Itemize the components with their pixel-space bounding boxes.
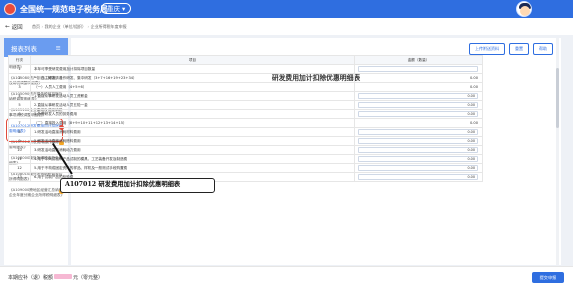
- row-amount-cell: 0.00: [354, 73, 483, 83]
- amount-input[interactable]: 0.00: [358, 93, 478, 99]
- tax-due-summary: 本期应补（退）税额 元（零元整）: [8, 274, 103, 281]
- table-header-row: 行次 项目 金额（数量）: [8, 55, 483, 65]
- amount-input[interactable]: 0.00: [358, 165, 478, 171]
- col-amount-header: 金额（数量）: [354, 55, 483, 65]
- row-amount-cell: 0.00: [354, 154, 483, 164]
- table-row: 4 1.直接从事研发活动人员工资薪金 0.00: [8, 91, 483, 101]
- amount-input[interactable]: 0.00: [358, 138, 478, 144]
- row-amount-cell: 0.00: [354, 118, 483, 128]
- row-number: 4: [8, 91, 31, 101]
- col-item-header: 项目: [30, 55, 355, 65]
- breadcrumb-item[interactable]: 我的企业（单位/组织）: [45, 24, 86, 29]
- row-amount-cell: [354, 64, 483, 74]
- row-amount-cell: 0.00: [354, 163, 483, 173]
- avatar[interactable]: [516, 1, 532, 17]
- row-item: 1.研发活动直接消耗材料费用: [30, 127, 355, 137]
- row-item: （一）人员人工费用（4+5+6）: [30, 82, 355, 92]
- sidebar-title: 报表列表: [11, 44, 37, 53]
- row-item: 本年可享受研发费用加计扣除项目数量: [30, 64, 355, 74]
- row-number: 1: [8, 64, 31, 74]
- redacted-amount: [54, 274, 73, 279]
- top-header: 全国统一规范电子税务局 重庆 ▾: [0, 0, 573, 18]
- row-number: 11: [8, 154, 31, 164]
- tax-due-label: 本期应补（退）税额: [8, 275, 54, 281]
- row-item: 一、自主研发、合作研发、集中研发（3+7+16+19+23+34）: [30, 73, 355, 83]
- row-number: 2: [8, 73, 31, 83]
- breadcrumb-item: 企业所得税年度申报: [90, 24, 127, 29]
- submit-button[interactable]: 提交申报: [532, 272, 564, 283]
- chevron-down-icon: ▾: [122, 4, 126, 13]
- row-item: 2.直接从事研发活动人员五险一金: [30, 100, 355, 110]
- col-no-header: 行次: [8, 55, 31, 65]
- amount-input[interactable]: 0.00: [358, 111, 478, 117]
- row-item: （二）直接投入费用（8+9+10+11+12+13+14+15）: [30, 118, 355, 128]
- row-number: 12: [8, 163, 31, 173]
- upload-attachment-button[interactable]: 上传附送资料: [469, 43, 505, 55]
- row-amount-cell: 0.00: [354, 172, 483, 182]
- row-number: 9: [8, 136, 31, 146]
- reset-button[interactable]: 重置: [509, 43, 529, 55]
- table-row: 11 4.用于中间试验和产品试制的模具、工艺装备开发及制造费 0.00: [8, 154, 483, 164]
- scrollbar-thumb[interactable]: [556, 68, 559, 128]
- collapse-icon[interactable]: ≡: [56, 44, 61, 52]
- row-number: 7: [8, 118, 31, 128]
- row-number: 5: [8, 100, 31, 110]
- region-selector[interactable]: 重庆 ▾: [101, 3, 132, 14]
- amount-input[interactable]: 0.00: [358, 156, 478, 162]
- row-amount-cell: 0.00: [354, 100, 483, 110]
- tax-emblem-icon: [4, 3, 16, 15]
- breadcrumb-item[interactable]: 首页: [32, 24, 40, 29]
- footer-bar: 本期应补（退）税额 元（零元整） 提交申报: [0, 266, 573, 287]
- table-row: 3 （一）人员人工费用（4+5+6） 0.00: [8, 82, 483, 92]
- row-item: 3.外聘研发人员的劳务费用: [30, 109, 355, 119]
- row-item: 4.用于中间试验和产品试制的模具、工艺装备开发及制造费: [30, 154, 355, 164]
- row-amount-cell: 0.00: [354, 127, 483, 137]
- toolbar: 上传附送资料 重置 帮助: [469, 43, 553, 55]
- breadcrumb: 首页 › 我的企业（单位/组织） › 企业所得税年度申报: [32, 24, 127, 29]
- table-row: 1 本年可享受研发费用加计扣除项目数量: [8, 64, 483, 74]
- deduction-table: 行次 项目 金额（数量） 1 本年可享受研发费用加计扣除项目数量 2 一、自主研发、合…: [8, 55, 483, 182]
- row-item: 5.用于不构成固定资产的样品、样机及一般测试手段购置费: [30, 163, 355, 173]
- back-label: 返回: [11, 25, 23, 31]
- amount-input[interactable]: 0.00: [358, 129, 478, 135]
- tax-due-suffix: 元（零元整）: [73, 275, 104, 281]
- row-number: 3: [8, 82, 31, 92]
- avatar-face: [520, 6, 530, 16]
- row-item: 1.直接从事研发活动人员工资薪金: [30, 91, 355, 101]
- callout-label: A107012 研发费用加计扣除优惠明细表: [60, 178, 215, 193]
- table-row: 103.研发活动直接消耗动力费用0.00: [8, 145, 483, 155]
- table-row: 6 3.外聘研发人员的劳务费用 0.00: [8, 109, 483, 119]
- amount-input[interactable]: 0.00: [358, 174, 478, 180]
- row-number: 8: [8, 127, 31, 137]
- row-amount-cell: 0.00: [354, 109, 483, 119]
- row-amount-cell: 0.00: [354, 136, 483, 146]
- region-label: 重庆: [107, 4, 120, 13]
- row-number: 10: [8, 145, 31, 155]
- amount-input[interactable]: [358, 66, 478, 72]
- row-amount-cell: 0.00: [354, 82, 483, 92]
- breadcrumb-bar: ← 返回 首页 › 我的企业（单位/组织） › 企业所得税年度申报: [0, 18, 573, 35]
- row-number: 13: [8, 172, 31, 182]
- row-item: 2.研发活动直接消耗燃料费用: [30, 136, 355, 146]
- table-row: 2 一、自主研发、合作研发、集中研发（3+7+16+19+23+34） 0.00: [8, 73, 483, 83]
- sidebar-item[interactable]: 《A109000跨地区经营汇总纳税企业年度分摊企业所得税明细表》: [4, 185, 68, 201]
- row-amount-cell: 0.00: [354, 145, 483, 155]
- row-item: 3.研发活动直接消耗动力费用: [30, 145, 355, 155]
- table-row: 12 5.用于不构成固定资产的样品、样机及一般测试手段购置费 0.00: [8, 163, 483, 173]
- help-button[interactable]: 帮助: [533, 43, 553, 55]
- table-row: 7 （二）直接投入费用（8+9+10+11+12+13+14+15） 0.00: [8, 118, 483, 128]
- row-amount-cell: 0.00: [354, 91, 483, 101]
- back-button[interactable]: ← 返回: [5, 23, 23, 31]
- arrow-left-icon: ←: [5, 24, 10, 30]
- app-title: 全国统一规范电子税务局: [20, 5, 108, 14]
- row-number: 6: [8, 109, 31, 119]
- scrollbar[interactable]: [556, 38, 559, 265]
- table-row: 9 2.研发活动直接消耗燃料费用 0.00: [8, 136, 483, 146]
- amount-input[interactable]: 0.00: [358, 102, 478, 108]
- amount-input[interactable]: 0.00: [358, 147, 478, 153]
- table-row: 5 2.直接从事研发活动人员五险一金 0.00: [8, 100, 483, 110]
- sidebar-item-label: 《A109000跨地区经营汇总纳税企业年度分摊企业所得税明细表》: [9, 188, 65, 197]
- table-row: 8 1.研发活动直接消耗材料费用 0.00: [8, 127, 483, 137]
